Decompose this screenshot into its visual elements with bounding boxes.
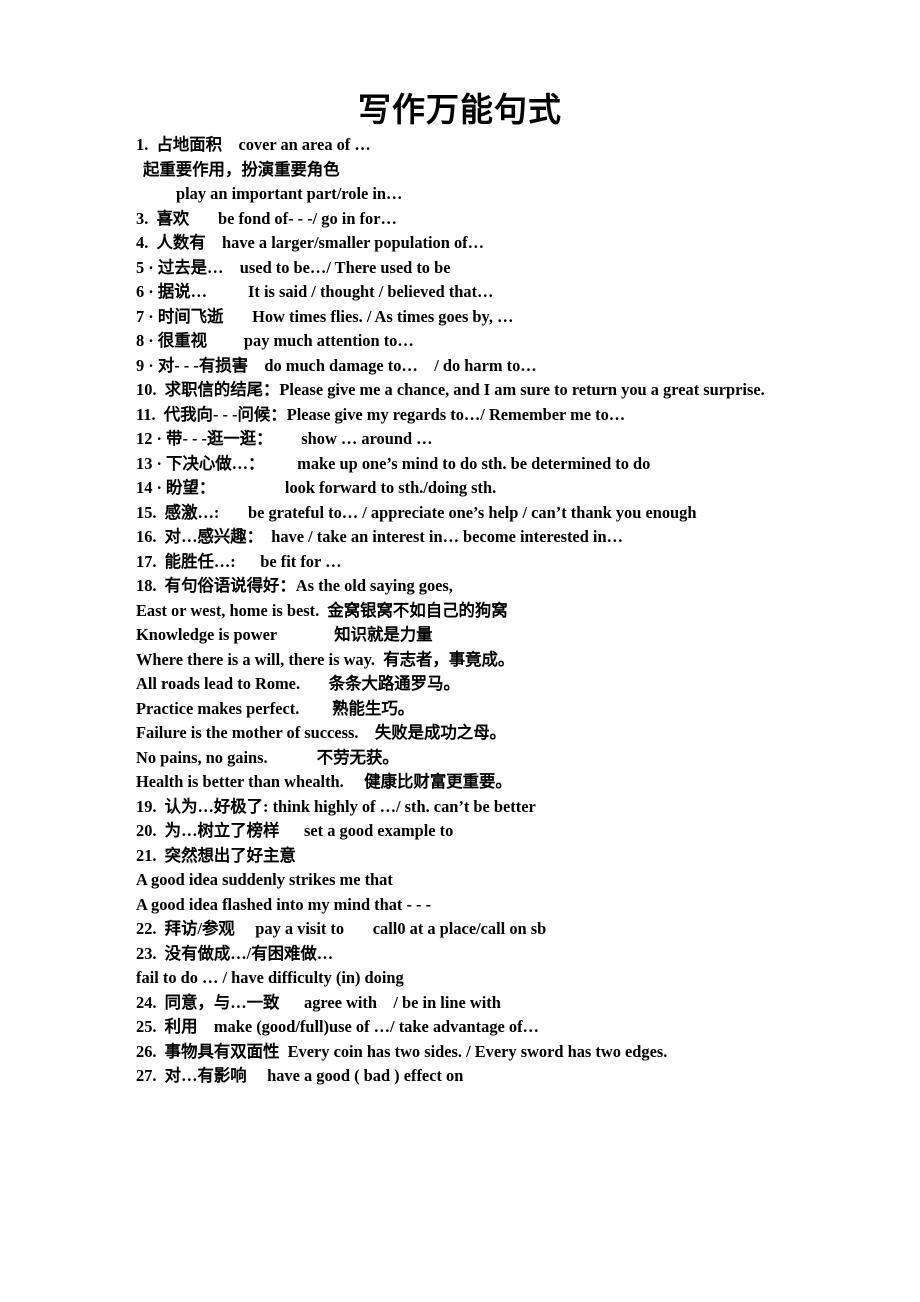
item-13: 13 · 下决心做…： make up one’s mind to do sth… [136, 453, 651, 473]
item-21c: A good idea flashed into my mind that - … [136, 894, 432, 914]
proverb-1: East or west, home is best. 金窝银窝不如自己的狗窝 [136, 600, 508, 620]
item-6: 6 · 据说… It is said / thought / believed … [136, 282, 494, 301]
proverb-3: Where there is a will, there is way. 有志者… [136, 649, 515, 669]
proverb-2: Knowledge is power 知识就是力量 [136, 625, 433, 644]
item-15: 15. 感激…: be grateful to… / appreciate on… [136, 502, 697, 522]
item-20: 20. 为…树立了榜样 set a good example to [136, 821, 454, 840]
document-page: 写作万能句式 1. 占地面积 cover an area of … 起重要作用，扮… [0, 0, 920, 1302]
item-17: 17. 能胜任…: be fit for … [136, 551, 342, 571]
item-25: 25. 利用 make (good/full)use of …/ take ad… [136, 1017, 539, 1036]
item-23: 23. 没有做成…/有困难做… [136, 943, 334, 963]
proverb-7: No pains, no gains. 不劳无获。 [136, 747, 399, 767]
proverb-8: Health is better than whealth. 健康比财富更重要。 [136, 772, 512, 791]
item-8: 8 · 很重视 pay much attention to… [136, 331, 414, 350]
item-18: 18. 有句俗语说得好：As the old saying goes, [136, 576, 453, 595]
item-10: 10. 求职信的结尾：Please give me a chance, and … [136, 380, 765, 399]
item-21b: A good idea suddenly strikes me that [136, 870, 393, 889]
item-19: 19. 认为…好极了: think highly of …/ sth. can’… [136, 796, 536, 816]
proverb-5: Practice makes perfect. 熟能生巧。 [136, 698, 415, 718]
item-27: 27. 对…有影响 have a good ( bad ) effect on [136, 1066, 464, 1085]
item-14: 14 · 盼望： look forward to sth./doing sth. [136, 478, 497, 497]
proverb-6: Failure is the mother of success. 失败是成功之… [136, 723, 506, 742]
proverb-4: All roads lead to Rome. 条条大路通罗马。 [136, 674, 460, 693]
item-1b: 起重要作用，扮演重要角色 [143, 159, 340, 179]
item-16: 16. 对…感兴趣： have / take an interest in… b… [136, 527, 623, 546]
item-7: 7 · 时间飞逝 How times flies. / As times goe… [136, 306, 514, 326]
item-4: 4. 人数有 have a larger/smaller population … [136, 233, 484, 252]
page-title: 写作万能句式 [358, 90, 562, 129]
item-23b: fail to do … / have difficulty (in) doin… [136, 968, 404, 987]
item-11: 11. 代我向- - -问候：Please give my regards to… [136, 404, 626, 424]
item-21: 21. 突然想出了好主意 [136, 845, 296, 865]
item-1c: play an important part/role in… [176, 184, 403, 203]
item-24: 24. 同意，与…一致 agree with / be in line with [136, 992, 501, 1012]
document-body: 1. 占地面积 cover an area of … 起重要作用，扮演重要角色 pl… [136, 133, 796, 1089]
item-22: 22. 拜访/参观 pay a visit to call0 at a plac… [136, 919, 547, 938]
item-1: 1. 占地面积 cover an area of … [136, 135, 371, 154]
item-12: 12 · 带- - -逛一逛： show … around … [136, 429, 433, 448]
item-5: 5 · 过去是… used to be…/ There used to be [136, 257, 451, 277]
item-3: 3. 喜欢 be fond of- - -/ go in for… [136, 208, 397, 228]
item-9: 9 · 对- - -有损害 do much damage to… / do ha… [136, 355, 537, 375]
item-26: 26. 事物具有双面性 Every coin has two sides. / … [136, 1041, 668, 1061]
